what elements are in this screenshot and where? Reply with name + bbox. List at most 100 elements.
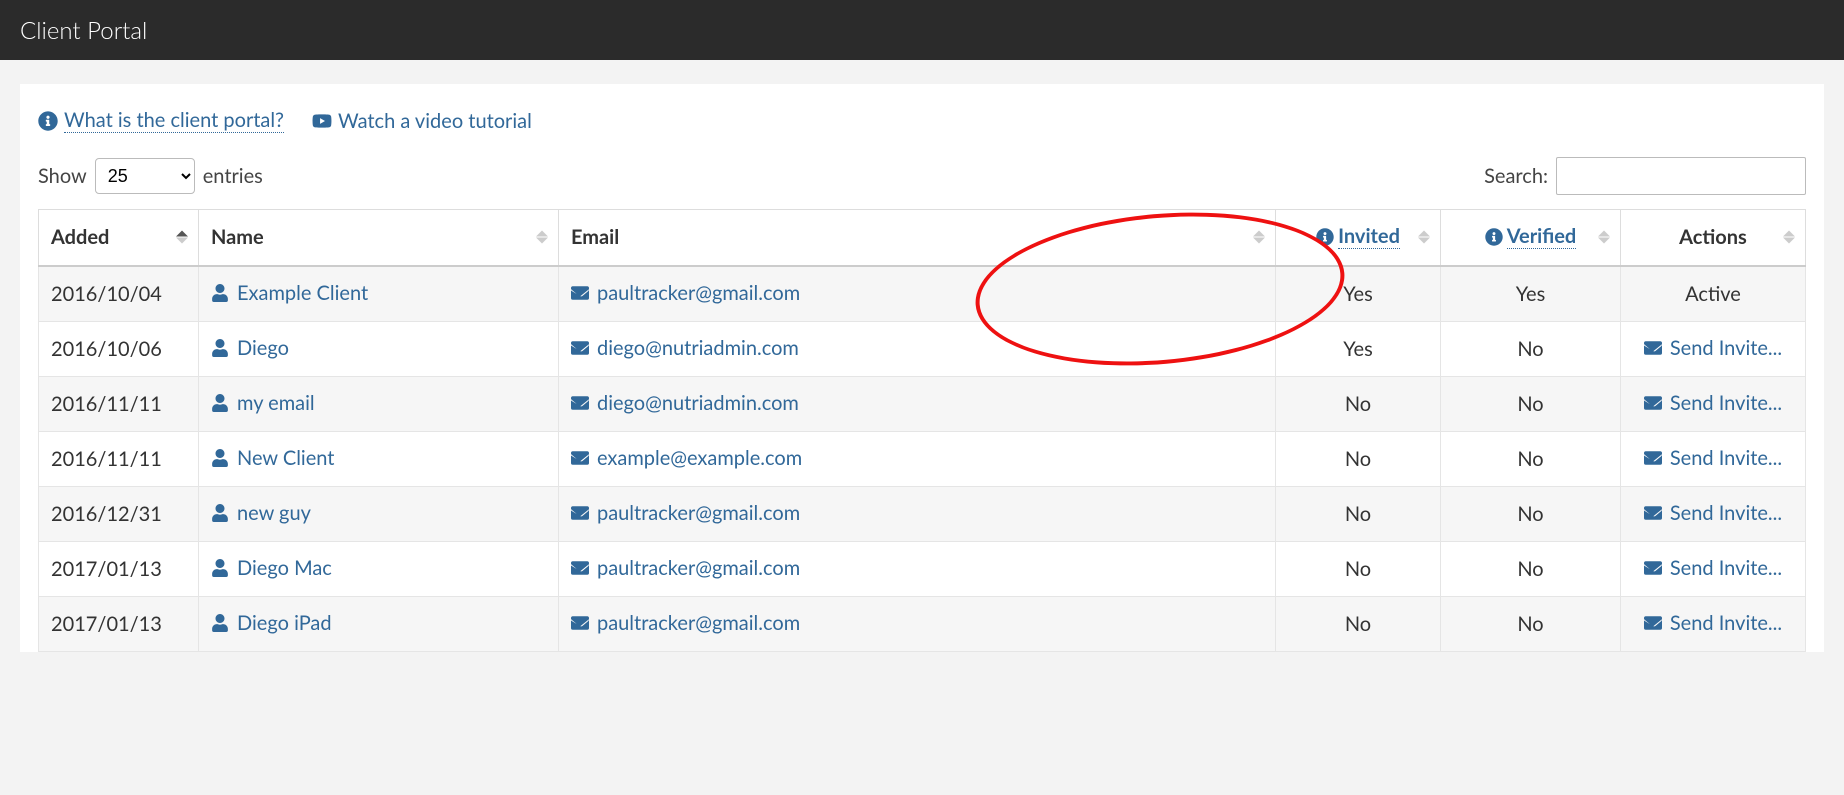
cell-verified: No [1441, 376, 1621, 431]
cell-verified: No [1441, 486, 1621, 541]
send-invite-button[interactable]: Send Invite... [1644, 446, 1782, 470]
person-icon [211, 504, 229, 522]
client-email-link[interactable]: paultracker@gmail.com [571, 281, 800, 305]
client-email-link[interactable]: paultracker@gmail.com [571, 611, 800, 635]
envelope-icon [571, 614, 589, 632]
table-header-row: Added Name Email [39, 210, 1806, 266]
sort-icon [536, 231, 548, 244]
sort-icon [1783, 231, 1795, 244]
cell-actions: Send Invite... [1621, 321, 1806, 376]
table-row: 2016/10/06Diegodiego@nutriadmin.comYesNo… [39, 321, 1806, 376]
person-icon [211, 449, 229, 467]
cell-email: paultracker@gmail.com [559, 486, 1276, 541]
main-panel: What is the client portal? Watch a video… [20, 84, 1824, 652]
col-email[interactable]: Email [559, 210, 1276, 266]
cell-invited: No [1276, 431, 1441, 486]
cell-added: 2017/01/13 [39, 596, 199, 651]
what-is-client-portal-link[interactable]: What is the client portal? [38, 108, 284, 133]
info-icon [1316, 228, 1334, 246]
client-name-link[interactable]: Diego iPad [211, 611, 332, 635]
table-row: 2016/11/11 New Client example@example.com N… [39, 431, 1806, 486]
cell-name: Diego Mac [199, 541, 559, 596]
table-row: 2016/10/04 Example Client paultracker@gmai… [39, 266, 1806, 322]
envelope-icon [1644, 394, 1662, 412]
info-icon [38, 111, 58, 131]
envelope-icon [1644, 504, 1662, 522]
table-body: 2016/10/04 Example Client paultracker@gmai… [39, 266, 1806, 652]
client-name-link[interactable]: New Client [211, 446, 334, 470]
cell-name: New Client [199, 431, 559, 486]
cell-verified: No [1441, 321, 1621, 376]
cell-added: 2016/11/11 [39, 431, 199, 486]
cell-invited: No [1276, 596, 1441, 651]
client-email-link[interactable]: diego@nutriadmin.com [571, 391, 799, 415]
sort-icon [1418, 231, 1430, 244]
table-row: 2016/12/31 new guy paultracker@gmail.com No… [39, 486, 1806, 541]
person-icon [211, 614, 229, 632]
col-name[interactable]: Name [199, 210, 559, 266]
cell-added: 2016/12/31 [39, 486, 199, 541]
help-links-row: What is the client portal? Watch a video… [38, 108, 1806, 133]
cell-verified: Yes [1441, 266, 1621, 322]
search-input[interactable] [1556, 157, 1806, 195]
col-verified[interactable]: Verified [1441, 210, 1621, 266]
client-name-link[interactable]: Diego [211, 336, 289, 360]
cell-name: Diego iPad [199, 596, 559, 651]
person-icon [211, 284, 229, 302]
sort-icon [1598, 231, 1610, 244]
cell-actions: Send Invite... [1621, 486, 1806, 541]
cell-added: 2017/01/13 [39, 541, 199, 596]
what-is-label: What is the client portal? [64, 108, 284, 133]
envelope-icon [1644, 614, 1662, 632]
cell-name: my email [199, 376, 559, 431]
client-table: Added Name Email [38, 209, 1806, 652]
col-added[interactable]: Added [39, 210, 199, 266]
cell-invited: No [1276, 541, 1441, 596]
send-invite-button[interactable]: Send Invite... [1644, 336, 1782, 360]
cell-verified: No [1441, 431, 1621, 486]
app-header: Client Portal [0, 0, 1844, 60]
cell-invited: No [1276, 376, 1441, 431]
cell-actions: Send Invite... [1621, 431, 1806, 486]
table-row: 2016/11/11 my email diego@nutriadmin.com No… [39, 376, 1806, 431]
client-email-link[interactable]: example@example.com [571, 446, 802, 470]
col-actions[interactable]: Actions [1621, 210, 1806, 266]
table-row: 2017/01/13 Diego iPad paultracker@gmail.co… [39, 596, 1806, 651]
cell-added: 2016/10/04 [39, 266, 199, 322]
cell-invited: Yes [1276, 321, 1441, 376]
person-icon [211, 394, 229, 412]
sort-icon [1253, 231, 1265, 244]
client-email-link[interactable]: diego@nutriadmin.com [571, 336, 799, 360]
envelope-icon [571, 339, 589, 357]
client-name-link[interactable]: my email [211, 391, 315, 415]
cell-actions: Active [1621, 266, 1806, 322]
cell-email: paultracker@gmail.com [559, 596, 1276, 651]
send-invite-button[interactable]: Send Invite... [1644, 391, 1782, 415]
cell-invited: No [1276, 486, 1441, 541]
envelope-icon [1644, 449, 1662, 467]
send-invite-button[interactable]: Send Invite... [1644, 501, 1782, 525]
person-icon [211, 339, 229, 357]
person-icon [211, 559, 229, 577]
cell-added: 2016/11/11 [39, 376, 199, 431]
client-name-link[interactable]: Diego Mac [211, 556, 332, 580]
send-invite-button[interactable]: Send Invite... [1644, 611, 1782, 635]
action-active-label: Active [1685, 282, 1741, 306]
entries-suffix: entries [203, 164, 263, 188]
cell-name: new guy [199, 486, 559, 541]
send-invite-button[interactable]: Send Invite... [1644, 556, 1782, 580]
client-name-link[interactable]: Example Client [211, 281, 368, 305]
cell-name: Diego [199, 321, 559, 376]
sort-icon [176, 231, 188, 244]
client-email-link[interactable]: paultracker@gmail.com [571, 556, 800, 580]
cell-email: paultracker@gmail.com [559, 266, 1276, 322]
envelope-icon [571, 504, 589, 522]
page-size-select[interactable]: 25 [95, 158, 195, 194]
client-email-link[interactable]: paultracker@gmail.com [571, 501, 800, 525]
client-name-link[interactable]: new guy [211, 501, 311, 525]
cell-verified: No [1441, 541, 1621, 596]
envelope-icon [571, 449, 589, 467]
envelope-icon [571, 284, 589, 302]
col-invited[interactable]: Invited [1276, 210, 1441, 266]
watch-video-tutorial-link[interactable]: Watch a video tutorial [312, 109, 532, 133]
